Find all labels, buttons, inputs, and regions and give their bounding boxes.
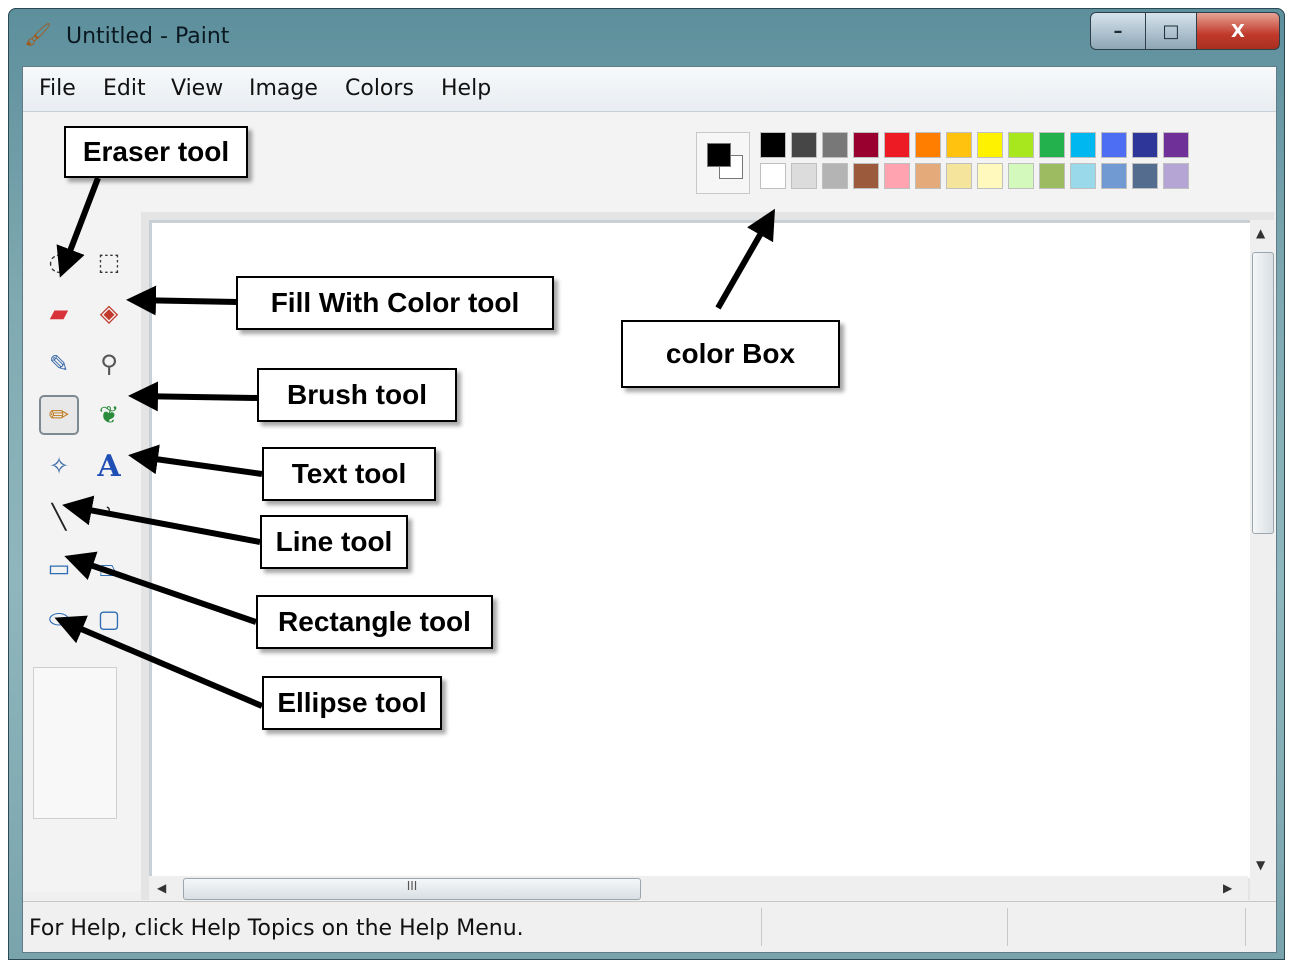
ellipse-icon[interactable]: ⬭ xyxy=(39,599,79,639)
menu-edit[interactable]: Edit xyxy=(95,74,154,103)
color-swatch[interactable] xyxy=(946,132,972,158)
callout-ellipse-tool: Ellipse tool xyxy=(262,676,442,730)
color-swatch[interactable] xyxy=(977,132,1003,158)
status-text: For Help, click Help Topics on the Help … xyxy=(29,916,524,941)
polygon-icon[interactable]: ⏢ xyxy=(89,548,129,588)
close-button[interactable]: X xyxy=(1196,12,1280,50)
curve-icon[interactable]: ʾ xyxy=(89,497,129,537)
color-swatch[interactable] xyxy=(946,163,972,189)
color-swatch[interactable] xyxy=(853,132,879,158)
status-divider xyxy=(1007,908,1008,946)
status-bar: For Help, click Help Topics on the Help … xyxy=(23,901,1276,952)
minimize-icon: – xyxy=(1113,20,1123,42)
current-colors[interactable] xyxy=(696,132,750,194)
callout-rectangle-tool: Rectangle tool xyxy=(256,595,493,649)
color-swatch[interactable] xyxy=(977,163,1003,189)
color-swatch[interactable] xyxy=(1039,163,1065,189)
color-swatch[interactable] xyxy=(1163,163,1189,189)
line-icon[interactable]: ╲ xyxy=(39,497,79,537)
close-icon: X xyxy=(1231,20,1245,42)
callout-line-tool: Line tool xyxy=(260,515,408,569)
color-swatch[interactable] xyxy=(853,163,879,189)
magnifier-icon[interactable]: ⚲ xyxy=(89,344,129,384)
callout-eraser-tool: Eraser tool xyxy=(64,126,248,178)
scroll-grip: III xyxy=(406,879,418,893)
color-swatch[interactable] xyxy=(1008,163,1034,189)
vertical-scroll-thumb[interactable] xyxy=(1252,252,1274,534)
minimize-button[interactable]: – xyxy=(1090,12,1146,50)
color-swatch[interactable] xyxy=(1070,163,1096,189)
status-divider xyxy=(1245,908,1246,946)
callout-text-tool: Text tool xyxy=(262,447,436,501)
color-swatch[interactable] xyxy=(760,132,786,158)
tool-options-panel[interactable] xyxy=(33,667,117,819)
title-bar[interactable]: 🖌 Untitled - Paint – □ X xyxy=(8,8,1285,64)
eraser-icon[interactable]: ▰ xyxy=(39,293,79,333)
horizontal-scroll-thumb[interactable]: III xyxy=(183,878,641,900)
status-divider xyxy=(761,908,762,946)
callout-fill-tool: Fill With Color tool xyxy=(236,276,554,330)
scroll-up-icon[interactable]: ▲ xyxy=(1256,226,1265,240)
maximize-button[interactable]: □ xyxy=(1145,12,1197,50)
maximize-icon: □ xyxy=(1162,20,1180,42)
color-swatch[interactable] xyxy=(1008,132,1034,158)
scroll-left-icon[interactable]: ◀ xyxy=(157,881,166,895)
horizontal-scrollbar[interactable]: ◀ III ▶ xyxy=(149,876,1248,900)
color-swatch[interactable] xyxy=(791,132,817,158)
callout-brush-tool: Brush tool xyxy=(257,368,457,422)
select-icon[interactable]: ⬚ xyxy=(89,242,129,282)
color-swatch[interactable] xyxy=(1101,163,1127,189)
rectangle-icon[interactable]: ▭ xyxy=(39,548,79,588)
color-swatch[interactable] xyxy=(884,163,910,189)
color-swatch[interactable] xyxy=(822,163,848,189)
fill-icon[interactable]: ◈ xyxy=(89,293,129,333)
menu-help[interactable]: Help xyxy=(433,74,499,103)
color-swatch[interactable] xyxy=(791,163,817,189)
rounded-rectangle-icon[interactable]: ▢ xyxy=(89,599,129,639)
window-title: Untitled - Paint xyxy=(66,24,230,49)
airbrush-icon[interactable]: ✧ xyxy=(39,446,79,486)
pencil-icon[interactable]: ✏ xyxy=(39,395,79,435)
menu-image[interactable]: Image xyxy=(241,74,326,103)
menu-colors[interactable]: Colors xyxy=(337,74,422,103)
color-swatch[interactable] xyxy=(1132,132,1158,158)
color-swatch[interactable] xyxy=(884,132,910,158)
foreground-color[interactable] xyxy=(707,143,731,167)
menu-bar: File Edit View Image Colors Help xyxy=(23,67,1276,112)
menu-file[interactable]: File xyxy=(31,74,84,103)
toolbox: ◌ ⬚ ▰ ◈ ✎ ⚲ ✏ ❦ ✧ A ╲ ʾ ▭ ⏢ ⬭ ▢ xyxy=(23,212,141,892)
color-swatch[interactable] xyxy=(1101,132,1127,158)
color-swatch[interactable] xyxy=(1163,132,1189,158)
brush-icon[interactable]: ❦ xyxy=(89,395,129,435)
color-swatch[interactable] xyxy=(1039,132,1065,158)
text-icon[interactable]: A xyxy=(89,446,129,486)
scroll-down-icon[interactable]: ▼ xyxy=(1256,858,1265,872)
color-swatch[interactable] xyxy=(1070,132,1096,158)
color-swatch[interactable] xyxy=(915,132,941,158)
pick-color-icon[interactable]: ✎ xyxy=(39,344,79,384)
vertical-scrollbar[interactable]: ▲ ▼ xyxy=(1250,220,1274,900)
free-form-select-icon[interactable]: ◌ xyxy=(39,242,79,282)
app-frame: File Edit View Image Colors Help ◌ ⬚ ▰ ◈ ✎ ⚲ ✏… xyxy=(22,66,1277,953)
color-swatch[interactable] xyxy=(760,163,786,189)
callout-color-box: color Box xyxy=(621,320,840,388)
menu-view[interactable]: View xyxy=(163,74,231,103)
scroll-right-icon[interactable]: ▶ xyxy=(1223,881,1232,895)
color-swatch[interactable] xyxy=(1132,163,1158,189)
color-swatch[interactable] xyxy=(822,132,848,158)
paint-app-icon: 🖌 xyxy=(24,23,52,48)
color-swatch[interactable] xyxy=(915,163,941,189)
